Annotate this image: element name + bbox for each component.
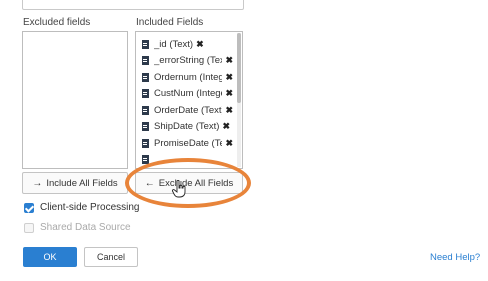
document-icon: [142, 122, 149, 132]
included-fields-list[interactable]: _id (Text)✖ _errorString (Text)✖ Ordernu…: [135, 31, 243, 169]
hand-cursor-icon: [172, 180, 186, 198]
highlight-circle-annotation: [125, 158, 251, 208]
list-scrollbar[interactable]: [237, 33, 241, 167]
cancel-button[interactable]: Cancel: [84, 247, 138, 267]
shared-data-source-checkbox: [24, 222, 34, 233]
field-label: Ordernum (Integer): [154, 71, 222, 83]
close-icon[interactable]: ✖: [225, 72, 233, 83]
field-label: _errorString (Text): [154, 55, 222, 67]
field-label: OrderDate (Text): [154, 104, 223, 116]
field-label: CustNum (Integer): [154, 88, 222, 100]
document-icon: [142, 72, 149, 82]
field-item[interactable]: Ordernum (Integer)✖: [142, 69, 233, 86]
field-item[interactable]: CustNum (Integer)✖: [142, 86, 233, 103]
excluded-fields-label: Excluded fields: [23, 17, 91, 28]
client-side-processing-option[interactable]: Client-side Processing: [24, 202, 140, 213]
top-input-field[interactable]: [22, 0, 244, 10]
field-item[interactable]: _errorString (Text)✖: [142, 53, 233, 70]
close-icon[interactable]: ✖: [225, 88, 233, 99]
document-icon: [142, 138, 149, 148]
scrollbar-thumb[interactable]: [237, 33, 241, 103]
close-icon[interactable]: ✖: [222, 121, 230, 132]
close-icon[interactable]: ✖: [196, 39, 204, 50]
field-item[interactable]: PromiseDate (Text)✖: [142, 135, 233, 152]
arrow-right-icon: →: [32, 177, 43, 189]
document-icon: [142, 56, 149, 66]
field-item[interactable]: ShipDate (Text) ✖: [142, 119, 233, 136]
ok-button[interactable]: OK: [23, 247, 77, 267]
document-icon: [142, 89, 149, 99]
need-help-link[interactable]: Need Help?: [430, 252, 480, 263]
close-icon[interactable]: ✖: [225, 105, 233, 116]
include-all-fields-button[interactable]: → Include All Fields: [22, 172, 128, 194]
shared-data-source-option: Shared Data Source: [24, 222, 131, 233]
include-all-label: Include All Fields: [46, 177, 118, 189]
shared-data-source-label: Shared Data Source: [40, 222, 131, 233]
field-item[interactable]: _id (Text) ✖: [142, 36, 233, 53]
field-item[interactable]: OrderDate (Text) ✖: [142, 102, 233, 119]
close-icon[interactable]: ✖: [225, 55, 233, 66]
close-icon[interactable]: ✖: [225, 138, 233, 149]
client-side-checkbox[interactable]: [24, 202, 34, 213]
included-fields-label: Included Fields: [136, 17, 204, 28]
excluded-fields-list[interactable]: [22, 31, 128, 169]
field-label: ShipDate (Text): [154, 121, 220, 133]
field-label: PromiseDate (Text): [154, 137, 222, 149]
client-side-label: Client-side Processing: [40, 202, 140, 213]
field-label: _id (Text): [154, 38, 194, 50]
document-icon: [142, 39, 149, 49]
document-icon: [142, 105, 149, 115]
